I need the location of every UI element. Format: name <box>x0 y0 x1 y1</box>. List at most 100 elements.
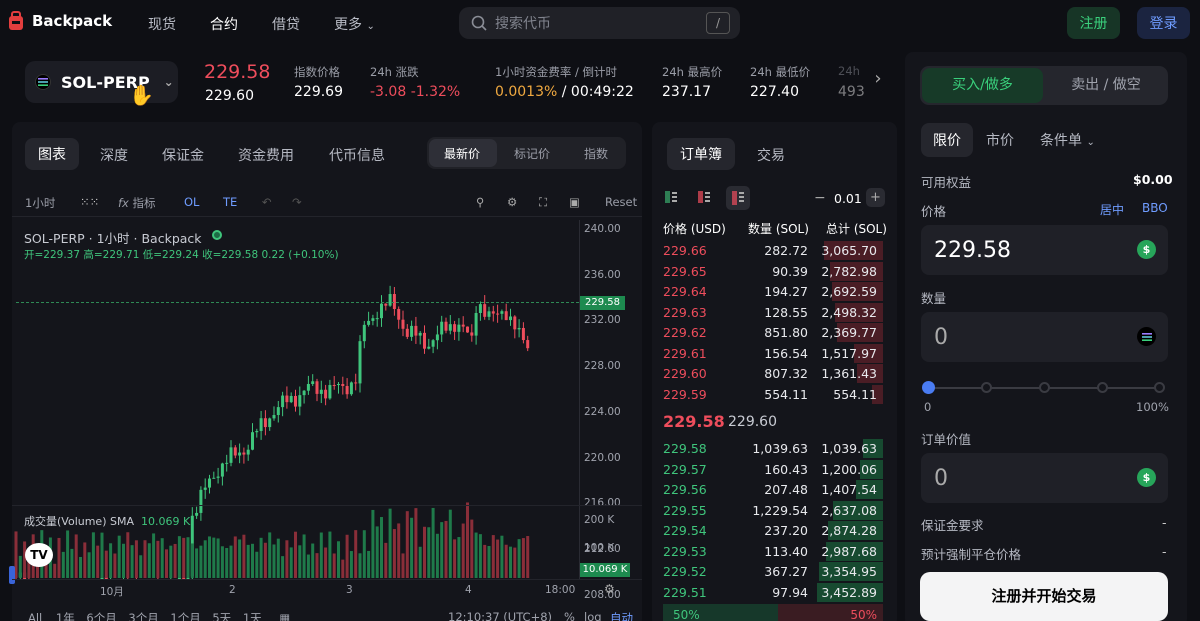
range-1d[interactable]: 1天 <box>243 611 262 621</box>
volume-bar <box>79 556 82 578</box>
range-1y[interactable]: 1年 <box>56 611 75 621</box>
ask-row[interactable]: 229.60 807.32 1,361.43 <box>663 364 883 384</box>
bid-row[interactable]: 229.58 1,039.63 1,039.63 <box>663 439 883 459</box>
nav-more[interactable]: 更多 ⌄ <box>334 14 375 34</box>
chevron-down-icon: ⌄ <box>163 75 174 89</box>
tab-margin[interactable]: 保证金 <box>162 145 204 165</box>
login-button[interactable]: 登录 <box>1137 7 1190 39</box>
nav-lend[interactable]: 借贷 <box>272 14 300 34</box>
ob-price: 229.53 <box>663 543 707 559</box>
ask-row[interactable]: 229.63 128.55 2,498.32 <box>663 302 883 323</box>
volume-bar <box>117 535 121 578</box>
price-type-last[interactable]: 最新价 <box>444 145 480 162</box>
candle-body <box>319 389 323 394</box>
order-type-conditional[interactable]: 条件单 ⌄ <box>1040 130 1095 150</box>
bid-row[interactable]: 229.52 367.27 3,354.95 <box>663 562 883 582</box>
ask-row[interactable]: 229.65 90.39 2,782.98 <box>663 261 883 282</box>
reset-button[interactable]: Reset <box>605 195 637 209</box>
chart-clock: 12:10:37 (UTC+8) <box>448 610 553 621</box>
ask-row[interactable]: 229.62 851.80 2,369.77 <box>663 323 883 343</box>
ob-size: 207.48 <box>764 482 808 497</box>
buy-long-button[interactable]: 买入/做多 <box>922 68 1043 103</box>
funding-label: 1小时资金费率 / 倒计时 <box>495 65 618 79</box>
price-type-mark[interactable]: 标记价 <box>514 145 550 162</box>
price-type-index[interactable]: 指数 <box>584 145 608 162</box>
log-toggle[interactable]: log <box>584 610 602 621</box>
bid-row[interactable]: 229.56 207.48 1,407.54 <box>663 480 883 500</box>
ask-row[interactable]: 229.61 156.54 1,517.97 <box>663 343 883 364</box>
scroll-handle[interactable] <box>9 566 15 584</box>
volume-bar <box>375 526 379 578</box>
chevron-right-icon[interactable]: › <box>866 68 890 96</box>
price-input[interactable]: 229.58 $ <box>921 225 1168 275</box>
undo-icon[interactable]: ↶ <box>262 195 272 209</box>
percent-toggle[interactable]: % <box>564 610 575 621</box>
book-both-icon[interactable] <box>664 190 680 206</box>
book-asks-icon[interactable] <box>697 190 713 206</box>
nav-futures[interactable]: 合约 <box>210 14 238 34</box>
te-toggle[interactable]: TE <box>223 195 237 209</box>
slider-step-100[interactable] <box>1154 382 1165 393</box>
slider-step-25[interactable] <box>981 382 992 393</box>
slider-step-75[interactable] <box>1097 382 1108 393</box>
order-value-input[interactable]: 0 $ <box>921 453 1168 503</box>
bid-row[interactable]: 229.53 113.40 2,987.68 <box>663 541 883 562</box>
interval-selector[interactable]: 1小时 <box>25 195 55 211</box>
ask-row[interactable]: 229.64 194.27 2,692.59 <box>663 282 883 302</box>
time-settings-icon[interactable]: ⚙ <box>604 582 615 596</box>
zoom-icon[interactable]: ⚲ <box>476 195 484 209</box>
range-3m[interactable]: 3个月 <box>128 611 158 621</box>
app-logo[interactable]: Backpack <box>8 11 112 31</box>
symbol-selector[interactable]: SOL-PERP ⌄ ✋ <box>25 61 178 107</box>
volume-bar <box>311 543 315 578</box>
quantity-slider[interactable] <box>922 381 1165 394</box>
range-5d[interactable]: 5天 <box>212 611 231 621</box>
bid-row[interactable]: 229.54 237.20 2,874.28 <box>663 521 883 541</box>
quantity-input[interactable]: 0 <box>921 312 1168 362</box>
candle-body <box>289 395 293 403</box>
register-button[interactable]: 注册 <box>1067 7 1120 39</box>
ask-row[interactable]: 229.66 282.72 3,065.70 <box>663 241 883 261</box>
sell-short-button[interactable]: 卖出 / 做空 <box>1046 68 1166 103</box>
search-shortcut-key: / <box>706 12 730 34</box>
calendar-icon[interactable]: ▦ <box>279 611 290 621</box>
range-1m[interactable]: 1个月 <box>170 611 200 621</box>
book-bids-icon[interactable] <box>726 186 750 210</box>
tick-decrease-icon[interactable]: − <box>814 190 826 206</box>
high-label: 24h 最高价 <box>662 65 723 79</box>
tab-depth[interactable]: 深度 <box>100 145 128 165</box>
ob-total: 3,065.70 <box>821 243 877 258</box>
slider-handle[interactable] <box>922 381 935 394</box>
indicators-button[interactable]: fx 指标 <box>118 195 156 211</box>
ask-row[interactable]: 229.59 554.11 554.11 <box>663 384 883 405</box>
candle-type-icon[interactable]: ⁙⁙ <box>80 195 99 209</box>
tab-trades[interactable]: 交易 <box>757 145 785 165</box>
nav-spot[interactable]: 现货 <box>148 14 176 34</box>
settings-icon[interactable]: ⚙ <box>507 195 517 209</box>
fullscreen-icon[interactable]: ⛶ <box>539 195 547 210</box>
tick-increase-icon[interactable]: + <box>866 188 885 207</box>
tradingview-logo-icon[interactable]: TV <box>25 543 53 567</box>
mid-price-button[interactable]: 居中 <box>1100 201 1124 218</box>
tab-funding[interactable]: 资金费用 <box>238 145 294 165</box>
volume-bar <box>423 526 426 578</box>
search-bar[interactable]: 搜索代币 / <box>459 7 740 39</box>
register-and-trade-button[interactable]: 注册并开始交易 <box>920 572 1168 621</box>
bid-row[interactable]: 229.51 97.94 3,452.89 <box>663 582 883 603</box>
tab-token-info[interactable]: 代币信息 <box>329 145 385 165</box>
order-type-market[interactable]: 市价 <box>986 130 1014 150</box>
ob-total: 1,517.97 <box>821 345 877 361</box>
tab-chart[interactable]: 图表 <box>25 138 79 170</box>
camera-icon[interactable]: ▣ <box>569 195 580 209</box>
auto-toggle[interactable]: 自动 <box>610 610 633 621</box>
range-all[interactable]: All <box>28 611 42 621</box>
bid-row[interactable]: 229.55 1,229.54 2,637.08 <box>663 500 883 521</box>
range-6m[interactable]: 6个月 <box>86 611 116 621</box>
order-type-limit[interactable]: 限价 <box>921 123 973 157</box>
tab-orderbook[interactable]: 订单簿 <box>667 138 735 170</box>
redo-icon[interactable]: ↷ <box>292 195 302 209</box>
bbo-button[interactable]: BBO <box>1142 201 1168 215</box>
bid-row[interactable]: 229.57 160.43 1,200.06 <box>663 459 883 480</box>
ol-toggle[interactable]: OL <box>184 195 199 209</box>
slider-step-50[interactable] <box>1039 382 1050 393</box>
